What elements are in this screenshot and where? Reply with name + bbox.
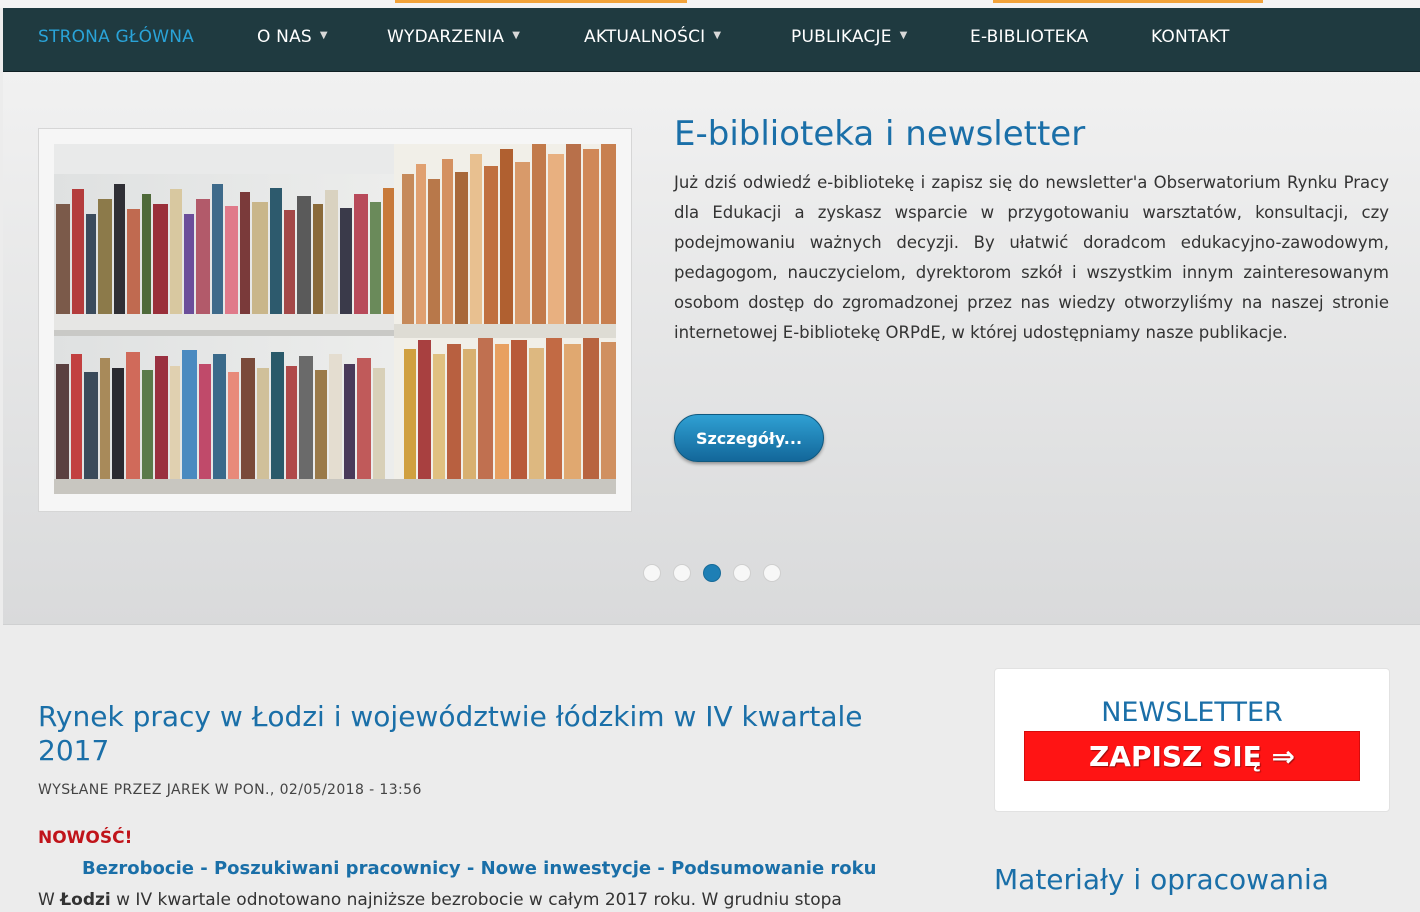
nav-item-about[interactable]: O NAS ▼ bbox=[257, 27, 328, 51]
nav-label: KONTAKT bbox=[1151, 27, 1230, 47]
article-sections-link[interactable]: Bezrobocie - Poszukiwani pracownicy - No… bbox=[82, 858, 876, 879]
materials-heading: Materiały i opracowania bbox=[994, 863, 1329, 896]
nav-label: AKTUALNOŚCI bbox=[584, 27, 706, 47]
main-navigation: STRONA GŁÓWNA O NAS ▼ WYDARZENIA ▼ AKTUALN… bbox=[3, 8, 1420, 72]
subscribe-button[interactable]: ZAPISZ SIĘ ⇒ bbox=[1024, 731, 1360, 781]
top-banner-left bbox=[395, 0, 687, 3]
bookshelf-photo bbox=[54, 144, 616, 494]
slide-title: E-biblioteka i newsletter bbox=[674, 114, 1086, 154]
excerpt-prefix: W bbox=[38, 890, 61, 910]
article-meta: WYSŁANE PRZEZ JAREK W PON., 02/05/2018 -… bbox=[38, 782, 422, 798]
hero-slider: E-biblioteka i newsletter Już dziś odwie… bbox=[3, 72, 1420, 625]
slide-dot-2[interactable] bbox=[673, 564, 691, 582]
nav-item-e-library[interactable]: E-BIBLIOTEKA bbox=[970, 27, 1088, 51]
newsletter-box: NEWSLETTER ZAPISZ SIĘ ⇒ bbox=[994, 668, 1390, 812]
slide-dot-4[interactable] bbox=[733, 564, 751, 582]
top-strip bbox=[0, 0, 1420, 8]
slide-image-frame bbox=[38, 128, 632, 512]
chevron-down-icon: ▼ bbox=[713, 29, 722, 41]
article-excerpt: W Łodzi w IV kwartale odnotowano najniżs… bbox=[38, 890, 913, 910]
excerpt-rest: w IV kwartale odnotowano najniższe bezro… bbox=[110, 890, 842, 910]
nav-label: E-BIBLIOTEKA bbox=[970, 27, 1089, 47]
top-banner-right bbox=[993, 0, 1263, 3]
nav-label: WYDARZENIA bbox=[387, 27, 505, 47]
nav-item-publications[interactable]: PUBLIKACJE ▼ bbox=[791, 27, 908, 51]
nav-label: STRONA GŁÓWNA bbox=[38, 27, 194, 47]
chevron-down-icon: ▼ bbox=[319, 29, 328, 41]
nav-label: PUBLIKACJE bbox=[791, 27, 892, 47]
new-badge: NOWOŚĆ! bbox=[38, 828, 133, 848]
nav-item-home[interactable]: STRONA GŁÓWNA bbox=[38, 27, 194, 51]
excerpt-bold: Łodzi bbox=[60, 890, 111, 910]
nav-label: O NAS bbox=[257, 27, 312, 47]
details-button[interactable]: Szczegóły... bbox=[674, 414, 824, 462]
chevron-down-icon: ▼ bbox=[899, 29, 908, 41]
nav-item-contact[interactable]: KONTAKT bbox=[1151, 27, 1230, 51]
slide-dot-3[interactable] bbox=[703, 564, 721, 582]
newsletter-title: NEWSLETTER bbox=[1101, 697, 1283, 728]
slide-description: Już dziś odwiedź e-bibliotekę i zapisz s… bbox=[674, 173, 1389, 342]
slide-dot-5[interactable] bbox=[763, 564, 781, 582]
nav-item-events[interactable]: WYDARZENIA ▼ bbox=[387, 27, 520, 51]
nav-item-news[interactable]: AKTUALNOŚCI ▼ bbox=[584, 27, 721, 51]
article-title[interactable]: Rynek pracy w Łodzi i województwie łódzk… bbox=[38, 700, 878, 768]
slide-dot-1[interactable] bbox=[643, 564, 661, 582]
chevron-down-icon: ▼ bbox=[512, 29, 521, 41]
